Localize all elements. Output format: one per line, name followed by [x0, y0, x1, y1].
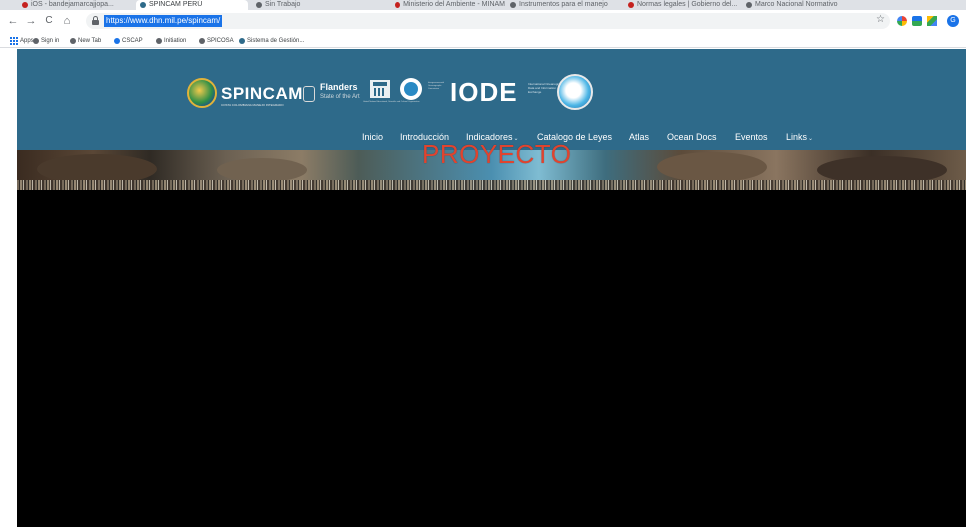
globe-icon [70, 38, 76, 44]
bookmark-initiation[interactable]: Initiation [156, 37, 186, 45]
address-bar[interactable]: https://www.dhn.mil.pe/spincam/ [86, 13, 890, 29]
bookmark-new-tab[interactable]: New Tab [70, 37, 101, 45]
tab-label: Normas legales | Gobierno del... [637, 1, 738, 8]
tab-favicon-icon [395, 2, 401, 8]
nav-label: Links [786, 132, 808, 142]
browser-tab[interactable]: Marco Nacional Normativo [746, 0, 856, 10]
profile-avatar[interactable]: G [947, 15, 959, 27]
bookmark-label: SPICOSA [207, 38, 234, 44]
tab-label: iOS - bandejamarcajjopa... [31, 1, 114, 8]
browser-tab[interactable]: iOS - bandejamarcajjopa... [22, 0, 130, 10]
page-viewport: SPINCAM COSTA COLOMBIANA MANEJO INTEGRAD… [17, 49, 966, 527]
bookmark-star-icon[interactable]: ☆ [876, 15, 885, 25]
unesco-logo-icon [370, 80, 390, 98]
tab-label: SPINCAM PERÚ [149, 1, 203, 8]
drive-icon[interactable] [927, 16, 937, 26]
tab-label: Marco Nacional Normativo [755, 1, 838, 8]
iode-logo-text: IODE [450, 77, 518, 107]
nav-item-inicio[interactable]: Inicio [362, 132, 383, 142]
ioc-logo-icon [400, 78, 422, 100]
tab-favicon-icon [22, 2, 28, 8]
bookmark-cscap[interactable]: CSCAP [114, 37, 143, 45]
nav-label: Eventos [735, 132, 768, 142]
browser-tab-active[interactable]: SPINCAM PERÚ [136, 0, 248, 10]
tab-label: Ministerio del Ambiente - MINAM [403, 1, 505, 8]
spincam-logo-text: SPINCAM [221, 84, 303, 103]
bookmark-label: New Tab [78, 38, 102, 44]
browser-tab[interactable]: Ministerio del Ambiente - MINAM [395, 0, 505, 10]
bookmark-label: CSCAP [122, 38, 143, 44]
globe-logo-icon [557, 74, 593, 110]
tab-favicon-icon [510, 2, 516, 8]
nav-label: Atlas [629, 132, 650, 142]
nav-item-eventos[interactable]: Eventos [735, 132, 768, 142]
globe-icon [33, 38, 39, 44]
globe-icon [156, 38, 162, 44]
bookmark-sistema-gestion[interactable]: Sistema de Gestión... [239, 37, 304, 45]
flanders-lion-icon [303, 86, 315, 102]
bookmark-spicosa[interactable]: SPICOSA [199, 37, 234, 45]
extension-icon[interactable] [912, 16, 922, 26]
extension-icon[interactable] [897, 16, 907, 26]
globe-icon [199, 38, 205, 44]
tab-label: Instrumentos para el manejo [519, 1, 608, 8]
hero-rock-shape [657, 152, 767, 182]
nav-item-atlas[interactable]: Atlas [629, 132, 649, 142]
tab-favicon-icon [746, 2, 752, 8]
tab-label: Sin Trabajo [265, 1, 301, 8]
bookmark-sign-in[interactable]: Sign in [33, 37, 59, 45]
bookmark-label: Sign in [41, 38, 60, 44]
bookmark-label: Sistema de Gestión... [247, 38, 305, 44]
tab-favicon-icon [628, 2, 634, 8]
hero-rock-shape [217, 158, 307, 182]
back-icon[interactable]: ← [6, 14, 20, 28]
tab-favicon-icon [256, 2, 262, 8]
flanders-logo-text: Flanders [320, 82, 358, 92]
browser-toolbar: ← → C ⌂ https://www.dhn.mil.pe/spincam/ … [0, 10, 966, 34]
globe-icon [114, 38, 120, 44]
nav-item-links[interactable]: Links⌄ [786, 132, 813, 142]
spincam-logo-icon[interactable] [187, 78, 217, 108]
reload-icon[interactable]: C [42, 14, 56, 28]
bookmark-label: Initiation [164, 38, 187, 44]
lock-icon [92, 16, 99, 25]
bookmark-apps[interactable]: Apps [10, 37, 34, 45]
url-text[interactable]: https://www.dhn.mil.pe/spincam/ [104, 15, 223, 27]
nav-label: Inicio [362, 132, 384, 142]
unloaded-content-area [17, 190, 966, 527]
globe-icon [239, 38, 245, 44]
forward-icon[interactable]: → [24, 14, 38, 28]
apps-grid-icon [10, 37, 18, 45]
browser-tab[interactable]: Normas legales | Gobierno del... [628, 0, 738, 10]
nav-item-ocean-docs[interactable]: Ocean Docs [667, 132, 717, 142]
browser-tab-strip: iOS - bandejamarcajjopa... SPINCAM PERÚ … [0, 0, 966, 10]
bookmarks-bar: Apps Sign in New Tab CSCAP Initiation SP… [0, 34, 966, 48]
unesco-caption: United Nations Educational, Scientific a… [363, 101, 420, 103]
browser-tab[interactable]: Sin Trabajo [256, 0, 336, 10]
nav-label: Ocean Docs [667, 132, 717, 142]
bookmark-label: Apps [20, 38, 34, 44]
hero-image-artifact [17, 180, 966, 190]
tab-favicon-icon [140, 2, 146, 8]
spincam-logo-subtitle: COSTA COLOMBIANA MANEJO INTEGRADO [221, 103, 284, 107]
flanders-logo-subtitle: State of the Art [320, 94, 360, 100]
home-icon[interactable]: ⌂ [60, 14, 74, 28]
hero-title: PROYECTO [422, 139, 572, 169]
ioc-caption: Intergovernmental Oceanographic Commissi… [428, 82, 445, 90]
browser-tab[interactable]: Instrumentos para el manejo [510, 0, 620, 10]
chevron-down-icon: ⌄ [808, 136, 814, 142]
